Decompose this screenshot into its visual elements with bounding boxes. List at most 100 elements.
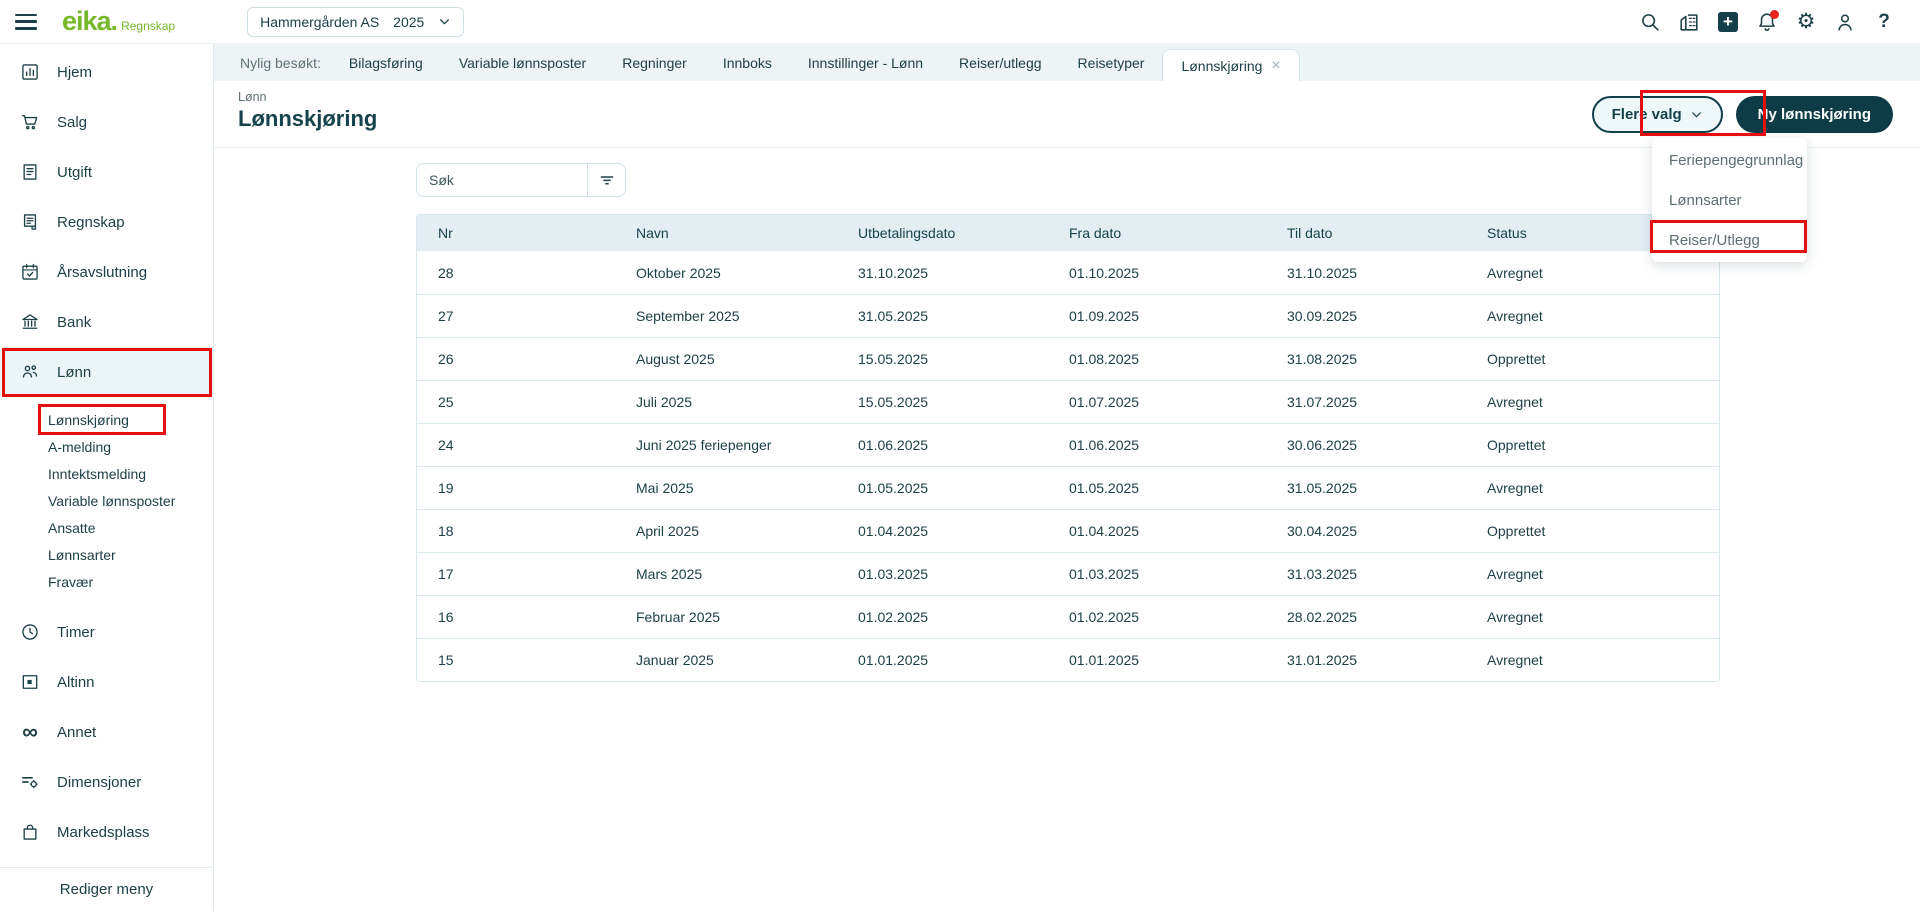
submenu-item-variable-lonnsposter[interactable]: Variable lønnsposter bbox=[0, 487, 213, 514]
sidebar-item-arsavslutning[interactable]: Årsavslutning bbox=[0, 247, 213, 297]
cell-status: Opprettet bbox=[1466, 523, 1719, 539]
table-row[interactable]: 24 Juni 2025 feriepenger 01.06.2025 01.0… bbox=[417, 423, 1719, 466]
tab-variable-lonnsposter[interactable]: Variable lønnsposter bbox=[441, 44, 604, 81]
page-title: Lønnskjøring bbox=[238, 106, 377, 132]
notifications-icon[interactable] bbox=[1756, 11, 1778, 33]
sidebar-item-salg[interactable]: Salg bbox=[0, 97, 213, 147]
dropdown-item-feriepengegrunnlag[interactable]: Feriepengegrunnlag bbox=[1652, 140, 1807, 180]
submenu-item-ansatte[interactable]: Ansatte bbox=[0, 514, 213, 541]
new-payroll-button[interactable]: Ny lønnskjøring bbox=[1736, 96, 1893, 133]
submenu-item-lonnskjoring[interactable]: Lønnskjøring bbox=[0, 406, 213, 433]
table-row[interactable]: 28 Oktober 2025 31.10.2025 01.10.2025 31… bbox=[417, 251, 1719, 294]
search-icon[interactable] bbox=[1639, 11, 1661, 33]
sidebar: Hjem Salg Utgift Regnskap Årsavslutning … bbox=[0, 44, 214, 911]
tab-lonnskjoring-active[interactable]: Lønnskjøring × bbox=[1162, 49, 1299, 81]
dropdown-item-lonnsarter[interactable]: Lønnsarter bbox=[1652, 180, 1807, 220]
cell-status: Avregnet bbox=[1466, 609, 1719, 625]
tab-reisetyper[interactable]: Reisetyper bbox=[1060, 44, 1163, 81]
close-tab-icon[interactable]: × bbox=[1271, 58, 1280, 74]
company-selector[interactable]: Hammergården AS 2025 bbox=[247, 7, 464, 37]
sidebar-item-annet[interactable]: ∞ Annet bbox=[0, 707, 213, 757]
cell-nr: 15 bbox=[417, 652, 615, 668]
notification-badge bbox=[1770, 10, 1779, 19]
cell-utbetalingsdato: 01.02.2025 bbox=[837, 609, 1048, 625]
cell-navn: Mai 2025 bbox=[615, 480, 837, 496]
sidebar-item-markedsplass[interactable]: Markedsplass bbox=[0, 807, 213, 857]
more-options-button[interactable]: Flere valg bbox=[1592, 96, 1723, 133]
sidebar-item-label: Lønn bbox=[57, 364, 91, 381]
cell-navn: April 2025 bbox=[615, 523, 837, 539]
submenu-item-fravaer[interactable]: Fravær bbox=[0, 568, 213, 595]
column-header-utbetalingsdato[interactable]: Utbetalingsdato bbox=[837, 225, 1048, 241]
cell-til-dato: 30.06.2025 bbox=[1266, 437, 1466, 453]
submenu-item-inntektsmelding[interactable]: Inntektsmelding bbox=[0, 460, 213, 487]
tab-innstillinger-lonn[interactable]: Innstillinger - Lønn bbox=[790, 44, 941, 81]
company-name: Hammergården AS bbox=[260, 14, 379, 30]
calendar-check-icon bbox=[20, 262, 40, 282]
edit-menu-link[interactable]: Rediger meny bbox=[0, 867, 213, 911]
tab-reiser-utlegg[interactable]: Reiser/utlegg bbox=[941, 44, 1060, 81]
table-row[interactable]: 26 August 2025 15.05.2025 01.08.2025 31.… bbox=[417, 337, 1719, 380]
cell-utbetalingsdato: 15.05.2025 bbox=[837, 351, 1048, 367]
cell-til-dato: 30.04.2025 bbox=[1266, 523, 1466, 539]
cell-fra-dato: 01.02.2025 bbox=[1048, 609, 1266, 625]
table-row[interactable]: 18 April 2025 01.04.2025 01.04.2025 30.0… bbox=[417, 509, 1719, 552]
cell-nr: 25 bbox=[417, 394, 615, 410]
breadcrumb: Lønn bbox=[238, 90, 267, 104]
cell-utbetalingsdato: 01.04.2025 bbox=[837, 523, 1048, 539]
buildings-icon[interactable] bbox=[1678, 11, 1700, 33]
cell-fra-dato: 01.07.2025 bbox=[1048, 394, 1266, 410]
table-row[interactable]: 25 Juli 2025 15.05.2025 01.07.2025 31.07… bbox=[417, 380, 1719, 423]
dropdown-item-reiser-utlegg[interactable]: Reiser/Utlegg bbox=[1652, 220, 1807, 260]
infinity-icon: ∞ bbox=[20, 723, 40, 741]
help-icon[interactable]: ? bbox=[1873, 11, 1895, 33]
recently-visited-label: Nylig besøkt: bbox=[240, 44, 321, 81]
sidebar-item-utgift[interactable]: Utgift bbox=[0, 147, 213, 197]
cell-fra-dato: 01.03.2025 bbox=[1048, 566, 1266, 582]
table-row[interactable]: 19 Mai 2025 01.05.2025 01.05.2025 31.05.… bbox=[417, 466, 1719, 509]
table-row[interactable]: 27 September 2025 31.05.2025 01.09.2025 … bbox=[417, 294, 1719, 337]
search-input[interactable] bbox=[429, 172, 579, 188]
tab-bilagsforing[interactable]: Bilagsføring bbox=[331, 44, 441, 81]
column-header-nr[interactable]: Nr bbox=[417, 225, 615, 241]
filter-icon bbox=[598, 171, 616, 189]
clock-icon bbox=[20, 622, 40, 642]
sidebar-item-timer[interactable]: Timer bbox=[0, 607, 213, 657]
document-lines-icon bbox=[20, 162, 40, 182]
sidebar-item-bank[interactable]: Bank bbox=[0, 297, 213, 347]
cell-fra-dato: 01.01.2025 bbox=[1048, 652, 1266, 668]
cell-fra-dato: 01.08.2025 bbox=[1048, 351, 1266, 367]
sidebar-item-lonn[interactable]: Lønn bbox=[0, 347, 213, 397]
table-row[interactable]: 16 Februar 2025 01.02.2025 01.02.2025 28… bbox=[417, 595, 1719, 638]
column-header-fra-dato[interactable]: Fra dato bbox=[1048, 225, 1266, 241]
table-row[interactable]: 15 Januar 2025 01.01.2025 01.01.2025 31.… bbox=[417, 638, 1719, 681]
logo-text: eika. bbox=[62, 6, 117, 37]
tab-regninger[interactable]: Regninger bbox=[604, 44, 705, 81]
sliders-gear-icon bbox=[20, 772, 40, 792]
chevron-down-icon bbox=[438, 15, 451, 28]
sidebar-item-dimensjoner[interactable]: Dimensjoner bbox=[0, 757, 213, 807]
sidebar-item-regnskap[interactable]: Regnskap bbox=[0, 197, 213, 247]
home-chart-icon bbox=[20, 62, 40, 82]
table-row[interactable]: 17 Mars 2025 01.03.2025 01.03.2025 31.03… bbox=[417, 552, 1719, 595]
cell-fra-dato: 01.10.2025 bbox=[1048, 265, 1266, 281]
filter-button[interactable] bbox=[587, 163, 626, 197]
cell-til-dato: 28.02.2025 bbox=[1266, 609, 1466, 625]
submenu-item-lonnsarter[interactable]: Lønnsarter bbox=[0, 541, 213, 568]
cell-nr: 19 bbox=[417, 480, 615, 496]
submenu-item-a-melding[interactable]: A-melding bbox=[0, 433, 213, 460]
sidebar-item-altinn[interactable]: Altinn bbox=[0, 657, 213, 707]
column-header-til-dato[interactable]: Til dato bbox=[1266, 225, 1466, 241]
settings-gear-icon[interactable]: ⚙ bbox=[1795, 11, 1817, 33]
column-header-navn[interactable]: Navn bbox=[615, 225, 837, 241]
account-icon[interactable] bbox=[1834, 11, 1856, 33]
sidebar-item-hjem[interactable]: Hjem bbox=[0, 47, 213, 97]
add-icon[interactable]: + bbox=[1717, 11, 1739, 33]
sidebar-item-label: Bank bbox=[57, 314, 91, 331]
tab-innboks[interactable]: Innboks bbox=[705, 44, 790, 81]
table-header-row: Nr Navn Utbetalingsdato Fra dato Til dat… bbox=[417, 215, 1719, 251]
hamburger-menu-icon[interactable] bbox=[15, 14, 37, 30]
people-group-icon bbox=[20, 362, 40, 382]
sidebar-item-label: Annet bbox=[57, 724, 96, 741]
sidebar-item-label: Timer bbox=[57, 624, 95, 641]
